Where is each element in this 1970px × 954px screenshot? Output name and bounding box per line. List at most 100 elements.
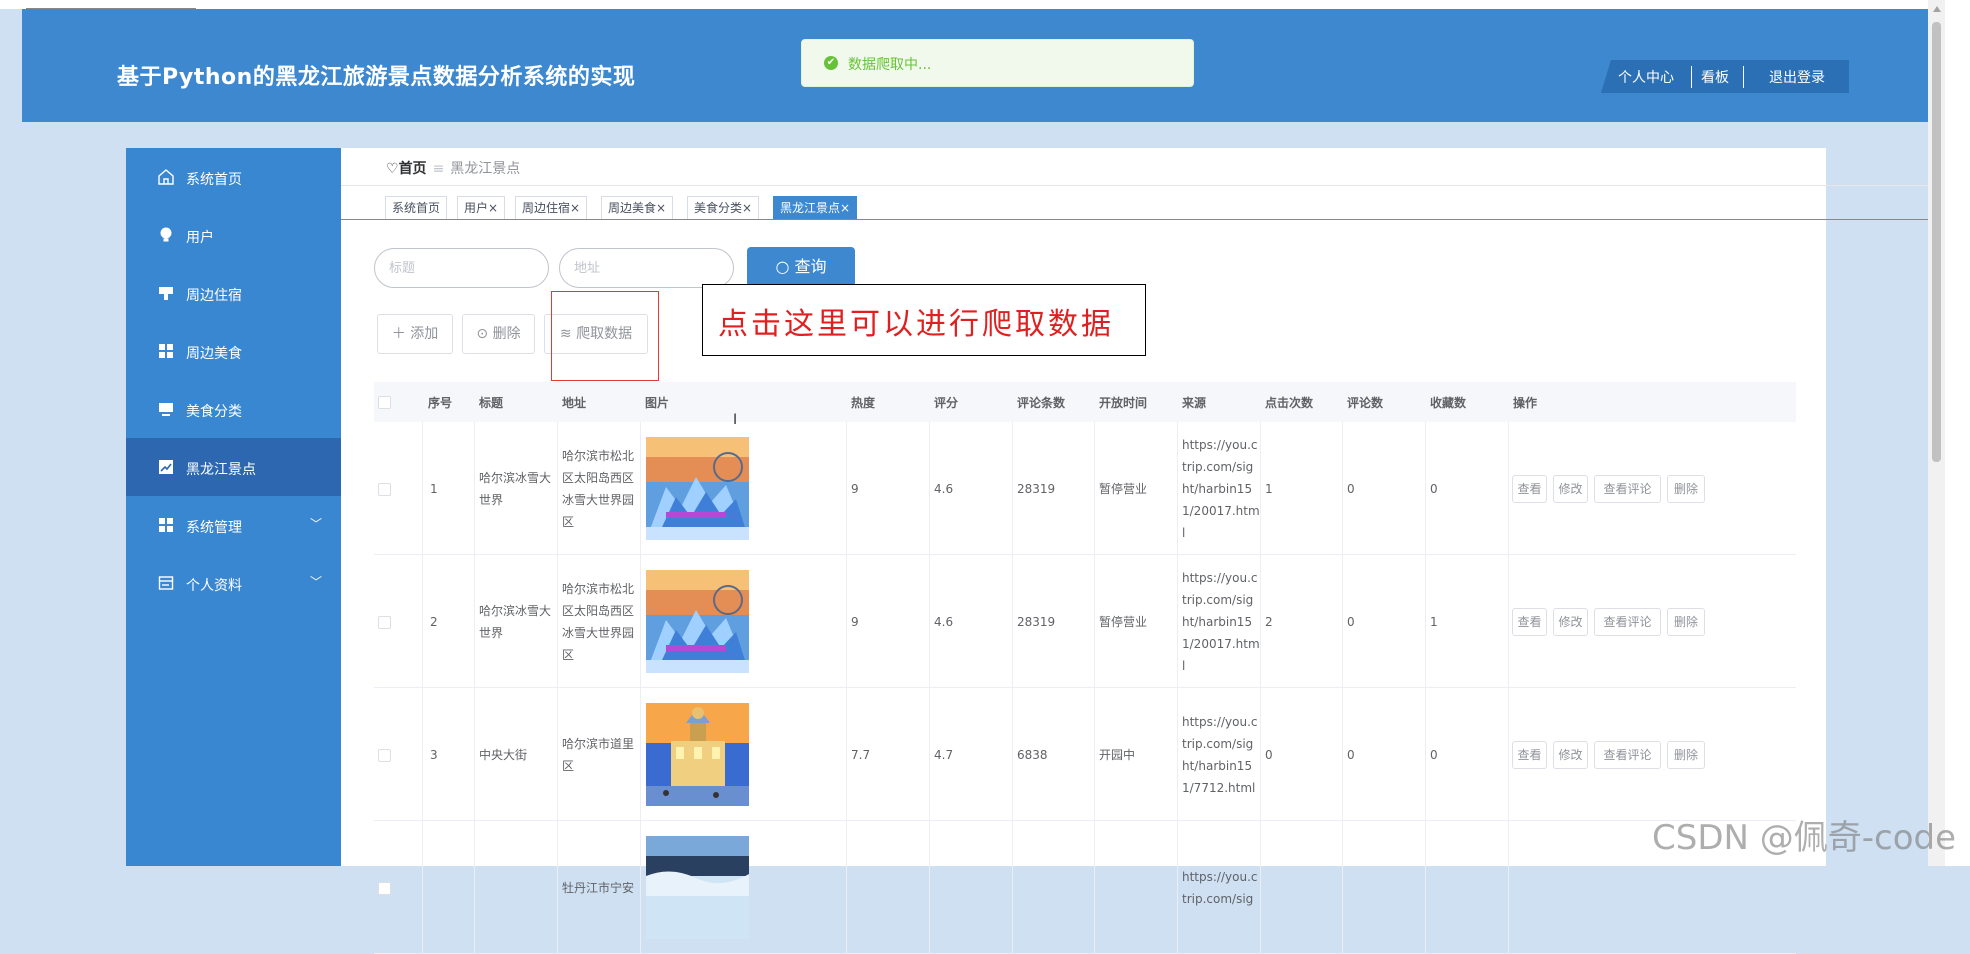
view-button[interactable]: 查看 [1512,741,1547,769]
attraction-title-line: 哈尔滨冰雪大 [479,471,552,485]
tab-users[interactable]: 用户× [457,196,506,220]
sidebar-item-profile[interactable]: 个人资料 ﹀ [126,554,341,612]
source-url: https://you.c trip.com/sig ht/harbin15 1/20… [1182,434,1262,544]
ticket-icon [157,284,175,302]
source-url-line: 1/20017.htm [1182,504,1260,518]
table-row: 1 哈尔滨冰雪大 世界 哈尔滨市松北 区太阳岛西区 冰雪大世界园区 9 4.6 28319 暂停营… [374,422,1796,555]
page-scrollbar[interactable] [1928,0,1945,866]
search-icon: ○ [775,257,790,276]
row-checkbox[interactable] [378,616,391,629]
row-checkbox[interactable] [378,882,391,895]
column-header: 来源 [1182,396,1207,410]
column-divider [474,688,475,821]
column-divider [422,821,423,954]
breadcrumb-divider [341,185,1928,186]
title-search-input[interactable] [374,248,549,288]
breadcrumb-home[interactable]: ♡首页 [386,161,427,177]
column-divider [1342,688,1343,821]
scroll-thumb[interactable] [1932,22,1941,462]
tab-food[interactable]: 周边美食× [601,196,674,220]
attraction-address-line: 区 [562,515,575,529]
grid-icon [157,516,175,534]
add-button[interactable]: ＋ 添加 [377,314,453,354]
address-search-input[interactable] [559,248,734,288]
sidebar-item-attractions[interactable]: 黑龙江景点 [126,438,341,496]
column-divider [1012,422,1013,555]
home-icon [157,168,175,186]
tab-home[interactable]: 系统首页 [385,196,448,220]
dashboard-link[interactable]: 看板 [1701,67,1729,87]
app-header: 基于Python的黑龙江旅游景点数据分析系统的实现 ✔ 数据爬取中... 个人中… [22,9,1928,122]
edit-button[interactable]: 修改 [1553,608,1588,636]
column-divider [422,688,423,821]
table-row: 3 中央大街 哈尔滨市道里区 7.7 4.7 6838 开园中 https://you.c tr… [374,688,1796,821]
column-header: 标题 [479,396,504,410]
column-divider [1508,821,1509,954]
heart-icon: ♡ [386,161,399,177]
column-divider [1425,422,1426,555]
attraction-title-line: 哈尔滨冰雪大 [479,604,552,618]
sidebar-item-system-admin[interactable]: 系统管理 ﹀ [126,496,341,554]
row-checkbox[interactable] [378,483,391,496]
column-header: 收藏数 [1430,396,1467,410]
view-comments-button[interactable]: 查看评论 [1594,741,1661,769]
select-all-checkbox[interactable] [378,396,391,409]
document-icon [157,574,175,592]
click-count: 0 [1265,748,1273,762]
attraction-address: 哈尔滨市松北 区太阳岛西区 冰雪大世界园区 [562,578,642,666]
favorite-count: 0 [1430,482,1438,496]
sidebar-item-home[interactable]: 系统首页 [126,148,341,206]
delete-button[interactable]: ⊙ 删除 [462,314,535,354]
tabs-divider [341,219,1928,220]
text-cursor: I [733,412,738,428]
sidebar-item-food-category[interactable]: 美食分类 [126,380,341,438]
delete-row-button[interactable]: 删除 [1667,741,1705,769]
view-button[interactable]: 查看 [1512,475,1547,503]
source-url-line: https://you.c [1182,571,1258,585]
score-value: 4.6 [934,482,954,496]
sidebar: 系统首页 用户 周边住宿 周边美食 美食分类 黑龙江景点 系统管理 ﹀ 个人资料… [126,148,341,866]
column-divider [1012,555,1013,688]
sidebar-item-food[interactable]: 周边美食 [126,322,341,380]
sidebar-item-label: 个人资料 [186,578,242,594]
edit-button[interactable]: 修改 [1553,741,1588,769]
query-button[interactable]: ○ 查询 [747,247,855,287]
tab-lodging[interactable]: 周边住宿× [515,196,588,220]
column-divider [422,555,423,688]
edit-button[interactable]: 修改 [1553,475,1588,503]
source-url-line: ht/harbin15 [1182,482,1253,496]
row-checkbox[interactable] [378,749,391,762]
column-divider [422,422,423,555]
favorite-count: 1 [1430,615,1438,629]
score-value: 4.7 [934,748,954,762]
action-divider [1691,66,1692,88]
crawl-highlight-box [551,291,659,381]
column-divider [1342,422,1343,555]
table-header: 序号 标题 地址 图片 热度 评分 评论条数 开放时间 来源 点击次数 评论数 … [374,382,1796,422]
sidebar-item-label: 美食分类 [186,404,242,420]
grid-icon [157,342,175,360]
logout-link[interactable]: 退出登录 [1769,67,1825,87]
delete-row-button[interactable]: 删除 [1667,475,1705,503]
column-divider [1425,688,1426,821]
sidebar-item-users[interactable]: 用户 [126,206,341,264]
personal-center-link[interactable]: 个人中心 [1618,67,1674,87]
review-count: 0 [1347,615,1355,629]
attraction-address-line: 牡丹江市宁安 [562,881,635,895]
delete-row-button[interactable]: 删除 [1667,608,1705,636]
toast-message: 数据爬取中... [848,57,932,73]
heat-value: 7.7 [851,748,871,762]
attraction-address-line: 哈尔滨市松北 [562,582,635,596]
scroll-up-arrow[interactable] [1933,6,1941,12]
view-comments-button[interactable]: 查看评论 [1594,608,1661,636]
heat-value: 9 [851,615,859,629]
view-comments-button[interactable]: 查看评论 [1594,475,1661,503]
column-header: 图片 [645,396,670,410]
view-button[interactable]: 查看 [1512,608,1547,636]
tab-food-category[interactable]: 美食分类× [687,196,760,220]
sidebar-item-lodging[interactable]: 周边住宿 [126,264,341,322]
breadcrumb: ♡首页 ≡ 黑龙江景点 [386,158,520,178]
column-divider [929,821,930,954]
tab-attractions[interactable]: 黑龙江景点× [773,196,858,220]
attraction-address: 哈尔滨市道里区 [562,733,642,777]
